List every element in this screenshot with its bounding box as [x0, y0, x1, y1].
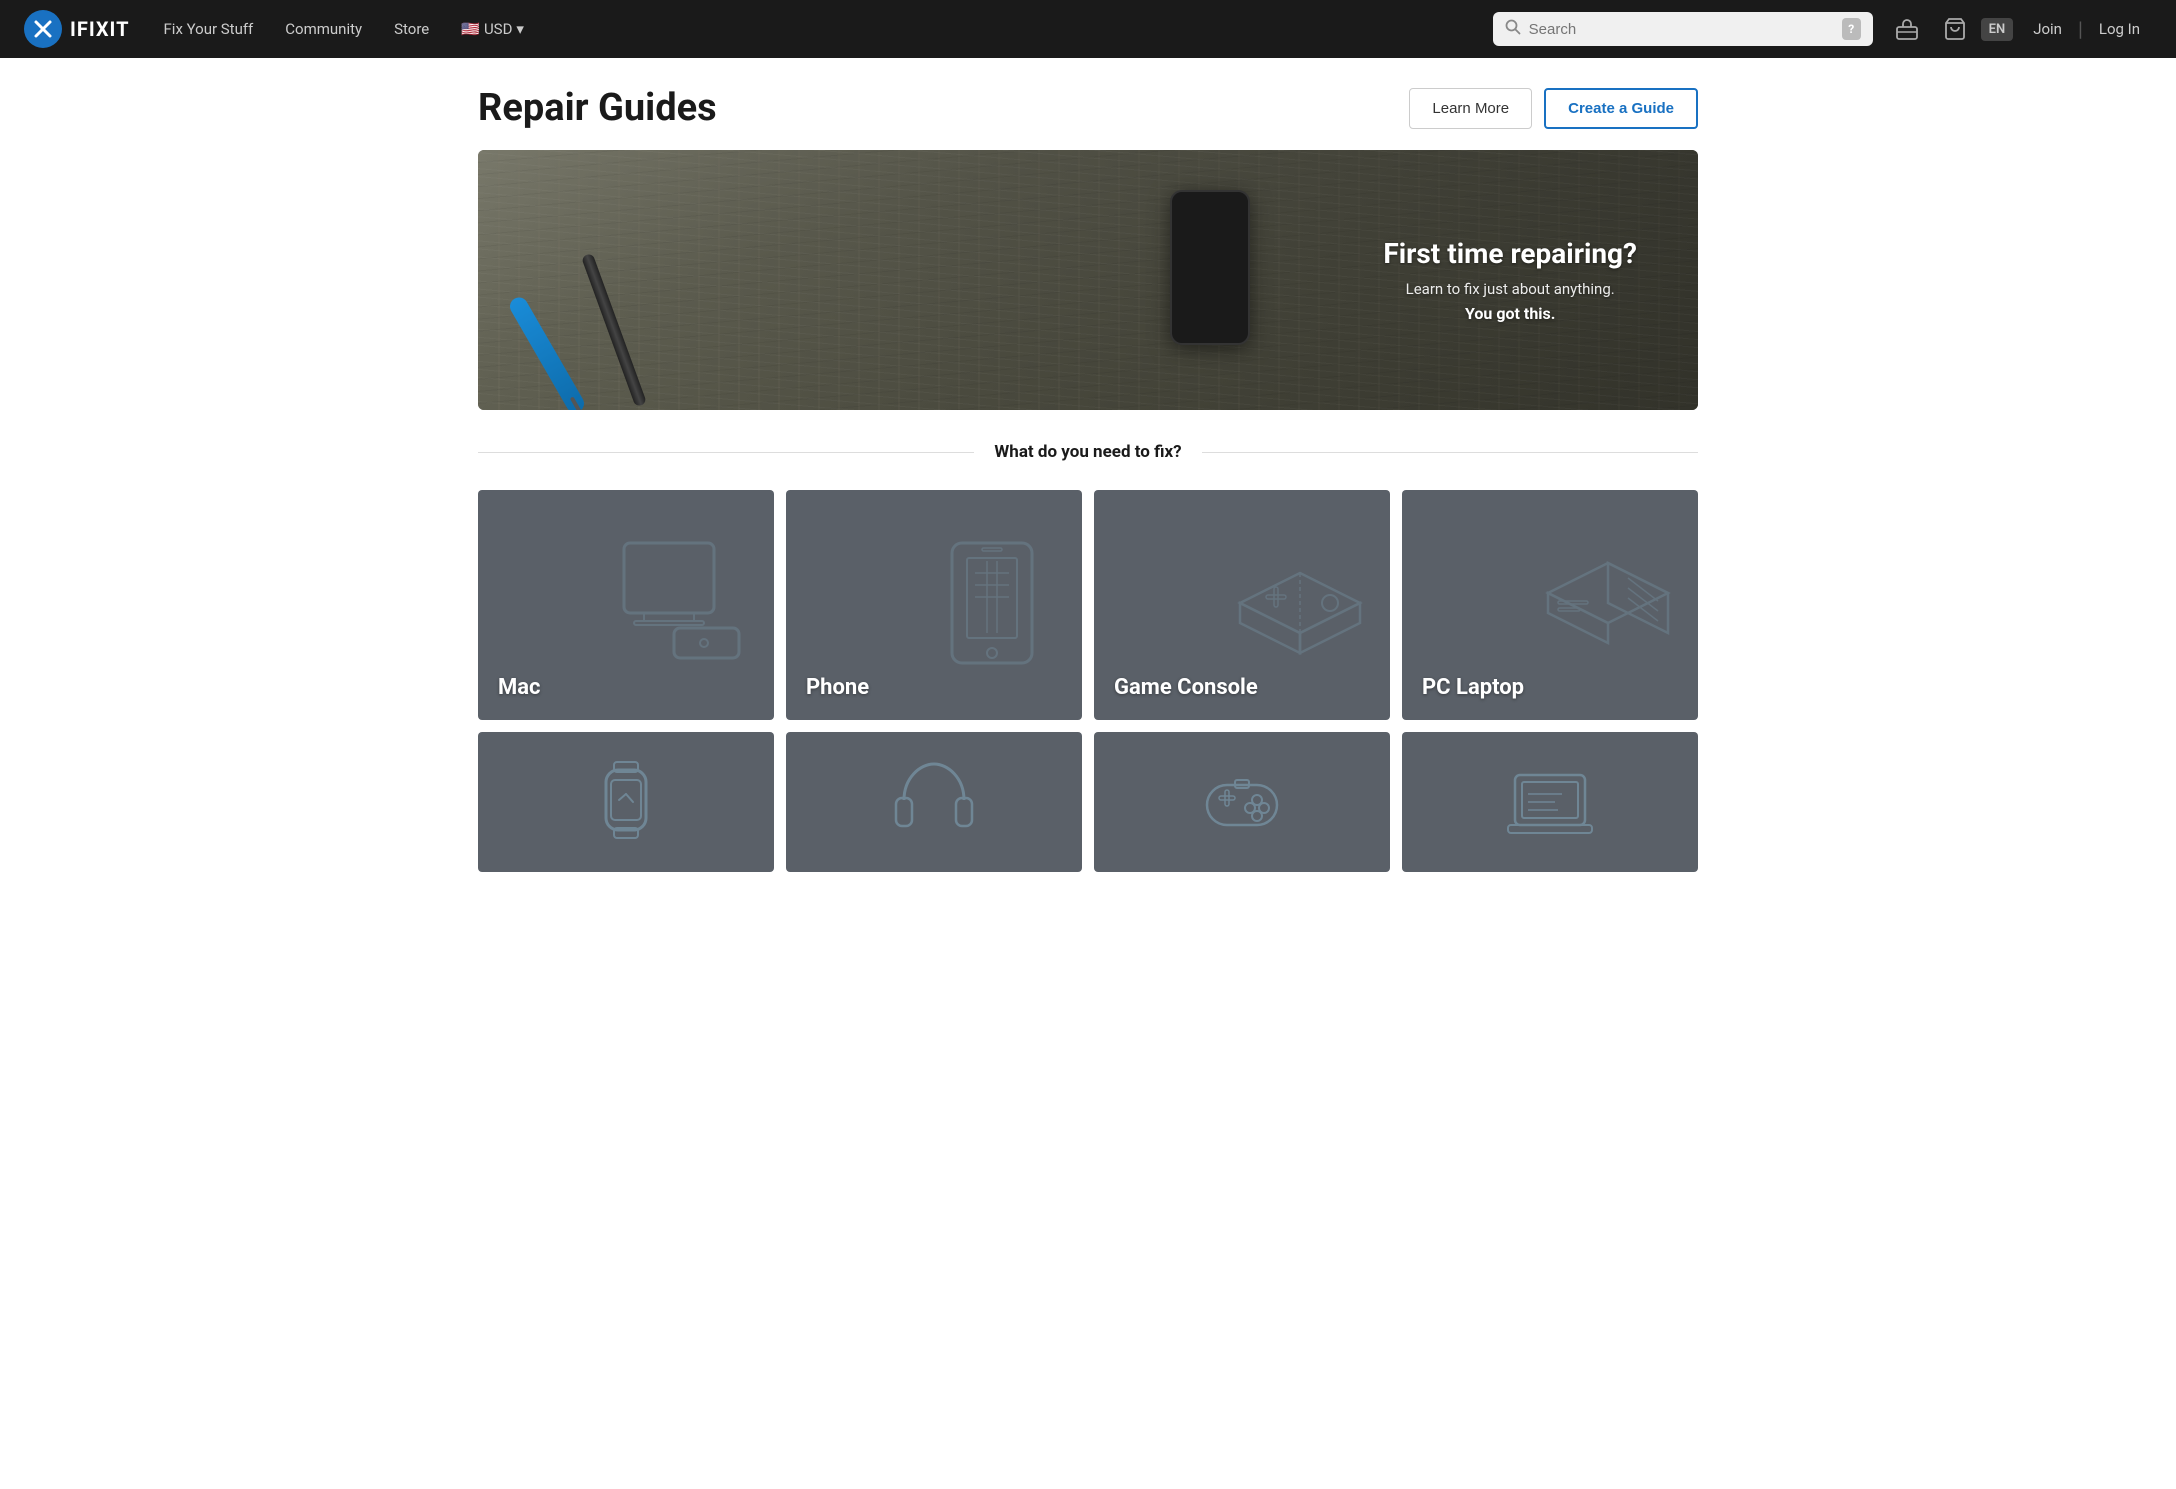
toolbox-icon[interactable] — [1885, 9, 1929, 49]
main-content: Repair Guides Learn More Create a Guide … — [458, 58, 1718, 872]
pc-desktop-icon — [1500, 750, 1600, 854]
page-title: Repair Guides — [478, 86, 717, 130]
pc-laptop-icon — [1528, 523, 1688, 687]
currency-text: USD — [484, 20, 512, 38]
hero-phone — [1170, 190, 1250, 345]
category-card-camera[interactable] — [1094, 732, 1390, 872]
nav-links: Fix Your Stuff Community Store 🇺🇸 USD ▾ — [150, 12, 1481, 46]
hero-emphasis: You got this. — [1383, 304, 1637, 323]
hero-banner[interactable]: First time repairing? Learn to fix just … — [478, 150, 1698, 410]
category-card-mac[interactable]: Mac — [478, 490, 774, 720]
auth-divider: | — [2078, 17, 2083, 41]
tablet-icon — [884, 750, 984, 854]
nav-store[interactable]: Store — [380, 12, 443, 46]
tool-black-spudger — [581, 253, 647, 407]
cart-icon[interactable] — [1933, 9, 1977, 49]
search-icon — [1505, 19, 1521, 39]
auth-links: Join | Log In — [2021, 12, 2152, 46]
search-shortcut-badge: ? — [1842, 18, 1861, 40]
divider-text: What do you need to fix? — [994, 442, 1181, 462]
category-card-appliance[interactable] — [478, 732, 774, 872]
nav-community[interactable]: Community — [271, 12, 376, 46]
search-bar[interactable]: ? — [1493, 12, 1873, 46]
search-input[interactable] — [1529, 21, 1834, 38]
category-card-tablet[interactable] — [786, 732, 1082, 872]
currency-flag: 🇺🇸 — [461, 20, 480, 38]
hero-heading: First time repairing? — [1383, 237, 1637, 270]
divider-line-left — [478, 452, 974, 453]
camera-icon — [1192, 750, 1292, 854]
learn-more-button[interactable]: Learn More — [1409, 88, 1532, 129]
login-link[interactable]: Log In — [2087, 12, 2152, 46]
divider-line-right — [1202, 452, 1698, 453]
category-grid-top: Mac Phone — [478, 490, 1698, 720]
category-label-phone: Phone — [806, 675, 869, 700]
hero-sub: Learn to fix just about anything. — [1383, 280, 1637, 298]
hero-text: First time repairing? Learn to fix just … — [1383, 237, 1637, 323]
currency-chevron-icon: ▾ — [516, 20, 524, 38]
logo-icon — [24, 10, 62, 48]
nav-icon-group: EN — [1885, 9, 2014, 49]
category-card-pc-laptop[interactable]: PC Laptop — [1402, 490, 1698, 720]
category-card-game-console[interactable]: Game Console — [1094, 490, 1390, 720]
category-card-phone[interactable]: Phone — [786, 490, 1082, 720]
tool-blue-screwdriver — [507, 294, 588, 410]
join-link[interactable]: Join — [2021, 12, 2074, 46]
logo-text: IFIXIT — [70, 17, 130, 41]
phone-icon — [912, 523, 1072, 687]
hero-phone-hand — [966, 150, 1454, 410]
category-card-pc-desktop[interactable] — [1402, 732, 1698, 872]
game-console-icon — [1220, 523, 1380, 687]
category-label-mac: Mac — [498, 675, 541, 700]
mac-icon — [604, 523, 764, 687]
category-label-pc-laptop: PC Laptop — [1422, 675, 1524, 700]
page-header: Repair Guides Learn More Create a Guide — [478, 58, 1698, 150]
language-selector[interactable]: EN — [1981, 18, 2014, 41]
create-guide-button[interactable]: Create a Guide — [1544, 88, 1698, 129]
category-label-game-console: Game Console — [1114, 675, 1258, 700]
category-grid-bottom — [478, 732, 1698, 872]
nav-fix-your-stuff[interactable]: Fix Your Stuff — [150, 12, 268, 46]
header-buttons: Learn More Create a Guide — [1409, 88, 1698, 129]
section-divider: What do you need to fix? — [478, 442, 1698, 462]
nav-currency[interactable]: 🇺🇸 USD ▾ — [447, 12, 538, 46]
navbar: IFIXIT Fix Your Stuff Community Store 🇺🇸… — [0, 0, 2176, 58]
appliance-icon — [576, 750, 676, 854]
logo[interactable]: IFIXIT — [24, 10, 130, 48]
